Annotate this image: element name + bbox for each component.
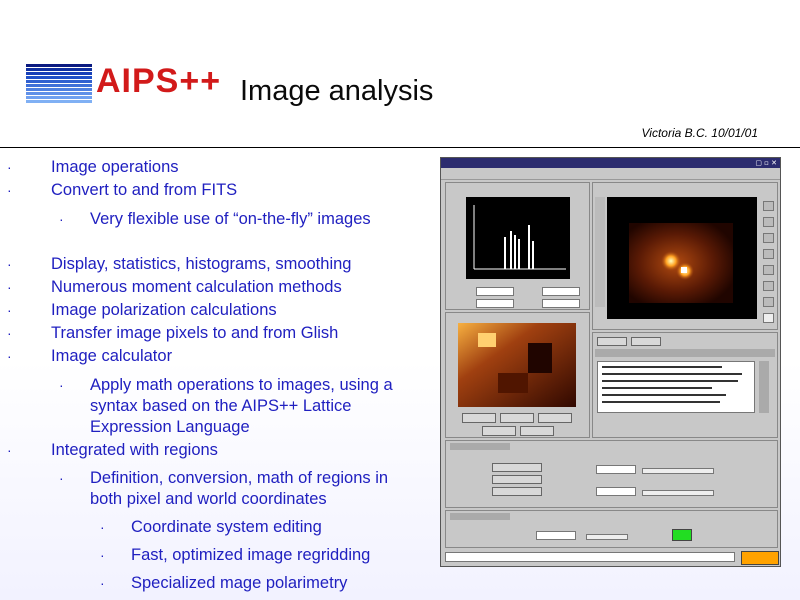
viewer-screenshot: ▢ ▫ ✕ <box>440 157 781 567</box>
bullet-item: Numerous moment calculation methods <box>7 277 342 298</box>
bullet-item: Display, statistics, histograms, smoothi… <box>7 254 352 275</box>
window-menubar <box>441 169 780 180</box>
location-date: Victoria B.C. 10/01/01 <box>641 126 758 140</box>
bullet-item: Image operations <box>7 157 178 178</box>
stats-text-area <box>597 361 755 413</box>
histogram-panel <box>445 182 590 310</box>
selection-button <box>492 463 542 472</box>
thumbnail-button <box>520 426 554 436</box>
thumbnail-button <box>500 413 534 423</box>
stats-field <box>542 287 580 296</box>
range-slider <box>642 490 714 496</box>
scroll-arrow-icon <box>763 265 774 275</box>
components-slider <box>586 534 628 540</box>
display-toolbar <box>595 197 605 307</box>
stats-button <box>597 337 627 346</box>
scroll-arrow-icon <box>763 201 774 211</box>
range-field <box>596 487 636 496</box>
main-image <box>607 197 757 319</box>
stats-button <box>631 337 661 346</box>
go-button <box>672 529 692 541</box>
dismiss-button <box>741 551 779 565</box>
histogram-plot <box>466 197 570 279</box>
control-panel <box>445 510 778 548</box>
status-bar <box>445 552 735 562</box>
pixel-selection-panel <box>445 440 778 508</box>
histogram-graphic <box>473 205 566 270</box>
play-icon <box>763 313 774 323</box>
stats-field <box>476 299 514 308</box>
bullet-item: Fast, optimized image regridding <box>100 545 370 566</box>
stats-field <box>542 299 580 308</box>
bullet-item: Transfer image pixels to and from Glish <box>7 323 338 344</box>
bullet-item: Image calculator <box>7 346 172 367</box>
thumbnail-panel <box>445 312 590 438</box>
stats-field <box>476 287 514 296</box>
thumbnail-image <box>458 323 576 407</box>
bullet-item: Coordinate system editing <box>100 517 322 538</box>
thumbnail-graphic <box>458 323 576 407</box>
section-header <box>450 443 510 450</box>
stats-text-lines <box>602 366 742 403</box>
scroll-arrow-icon <box>763 233 774 243</box>
thumbnail-button <box>538 413 572 423</box>
scroll-arrow-icon <box>763 217 774 227</box>
scroll-arrow-icon <box>763 297 774 307</box>
page-title: Image analysis <box>240 75 434 107</box>
stats-header <box>595 349 775 357</box>
statistics-panel <box>592 332 778 438</box>
thumbnail-button <box>482 426 516 436</box>
section-header <box>450 513 510 520</box>
scroll-arrow-icon <box>763 249 774 259</box>
bullet-item: Integrated with regions <box>7 440 218 461</box>
range-field <box>596 465 636 474</box>
image-display-panel <box>592 182 778 330</box>
thumbnail-button <box>462 413 496 423</box>
selection-button <box>492 475 542 484</box>
aips-logo: AIPS++ <box>96 62 222 100</box>
stats-scrollbar <box>759 361 769 413</box>
bullet-item: Apply math operations to images, using a… <box>59 375 420 438</box>
aips-logo-bars <box>26 64 92 104</box>
scroll-arrow-icon <box>763 281 774 291</box>
bullet-item: Specialized mage polarimetry <box>100 573 348 594</box>
selection-button <box>492 487 542 496</box>
bullet-item: Definition, conversion, math of regions … <box>59 468 420 510</box>
range-slider <box>642 468 714 474</box>
bullet-item: Convert to and from FITS <box>7 180 237 201</box>
main-image-graphic <box>607 197 757 319</box>
bullet-item: Very flexible use of “on-the-fly” images <box>59 209 420 230</box>
components-field <box>536 531 576 540</box>
window-titlebar: ▢ ▫ ✕ <box>441 158 780 168</box>
bullet-item: Image polarization calculations <box>7 300 277 321</box>
slide: AIPS++ Image analysis Victoria B.C. 10/0… <box>0 0 800 600</box>
divider <box>0 147 800 148</box>
window-controls-icon: ▢ ▫ ✕ <box>755 159 777 167</box>
